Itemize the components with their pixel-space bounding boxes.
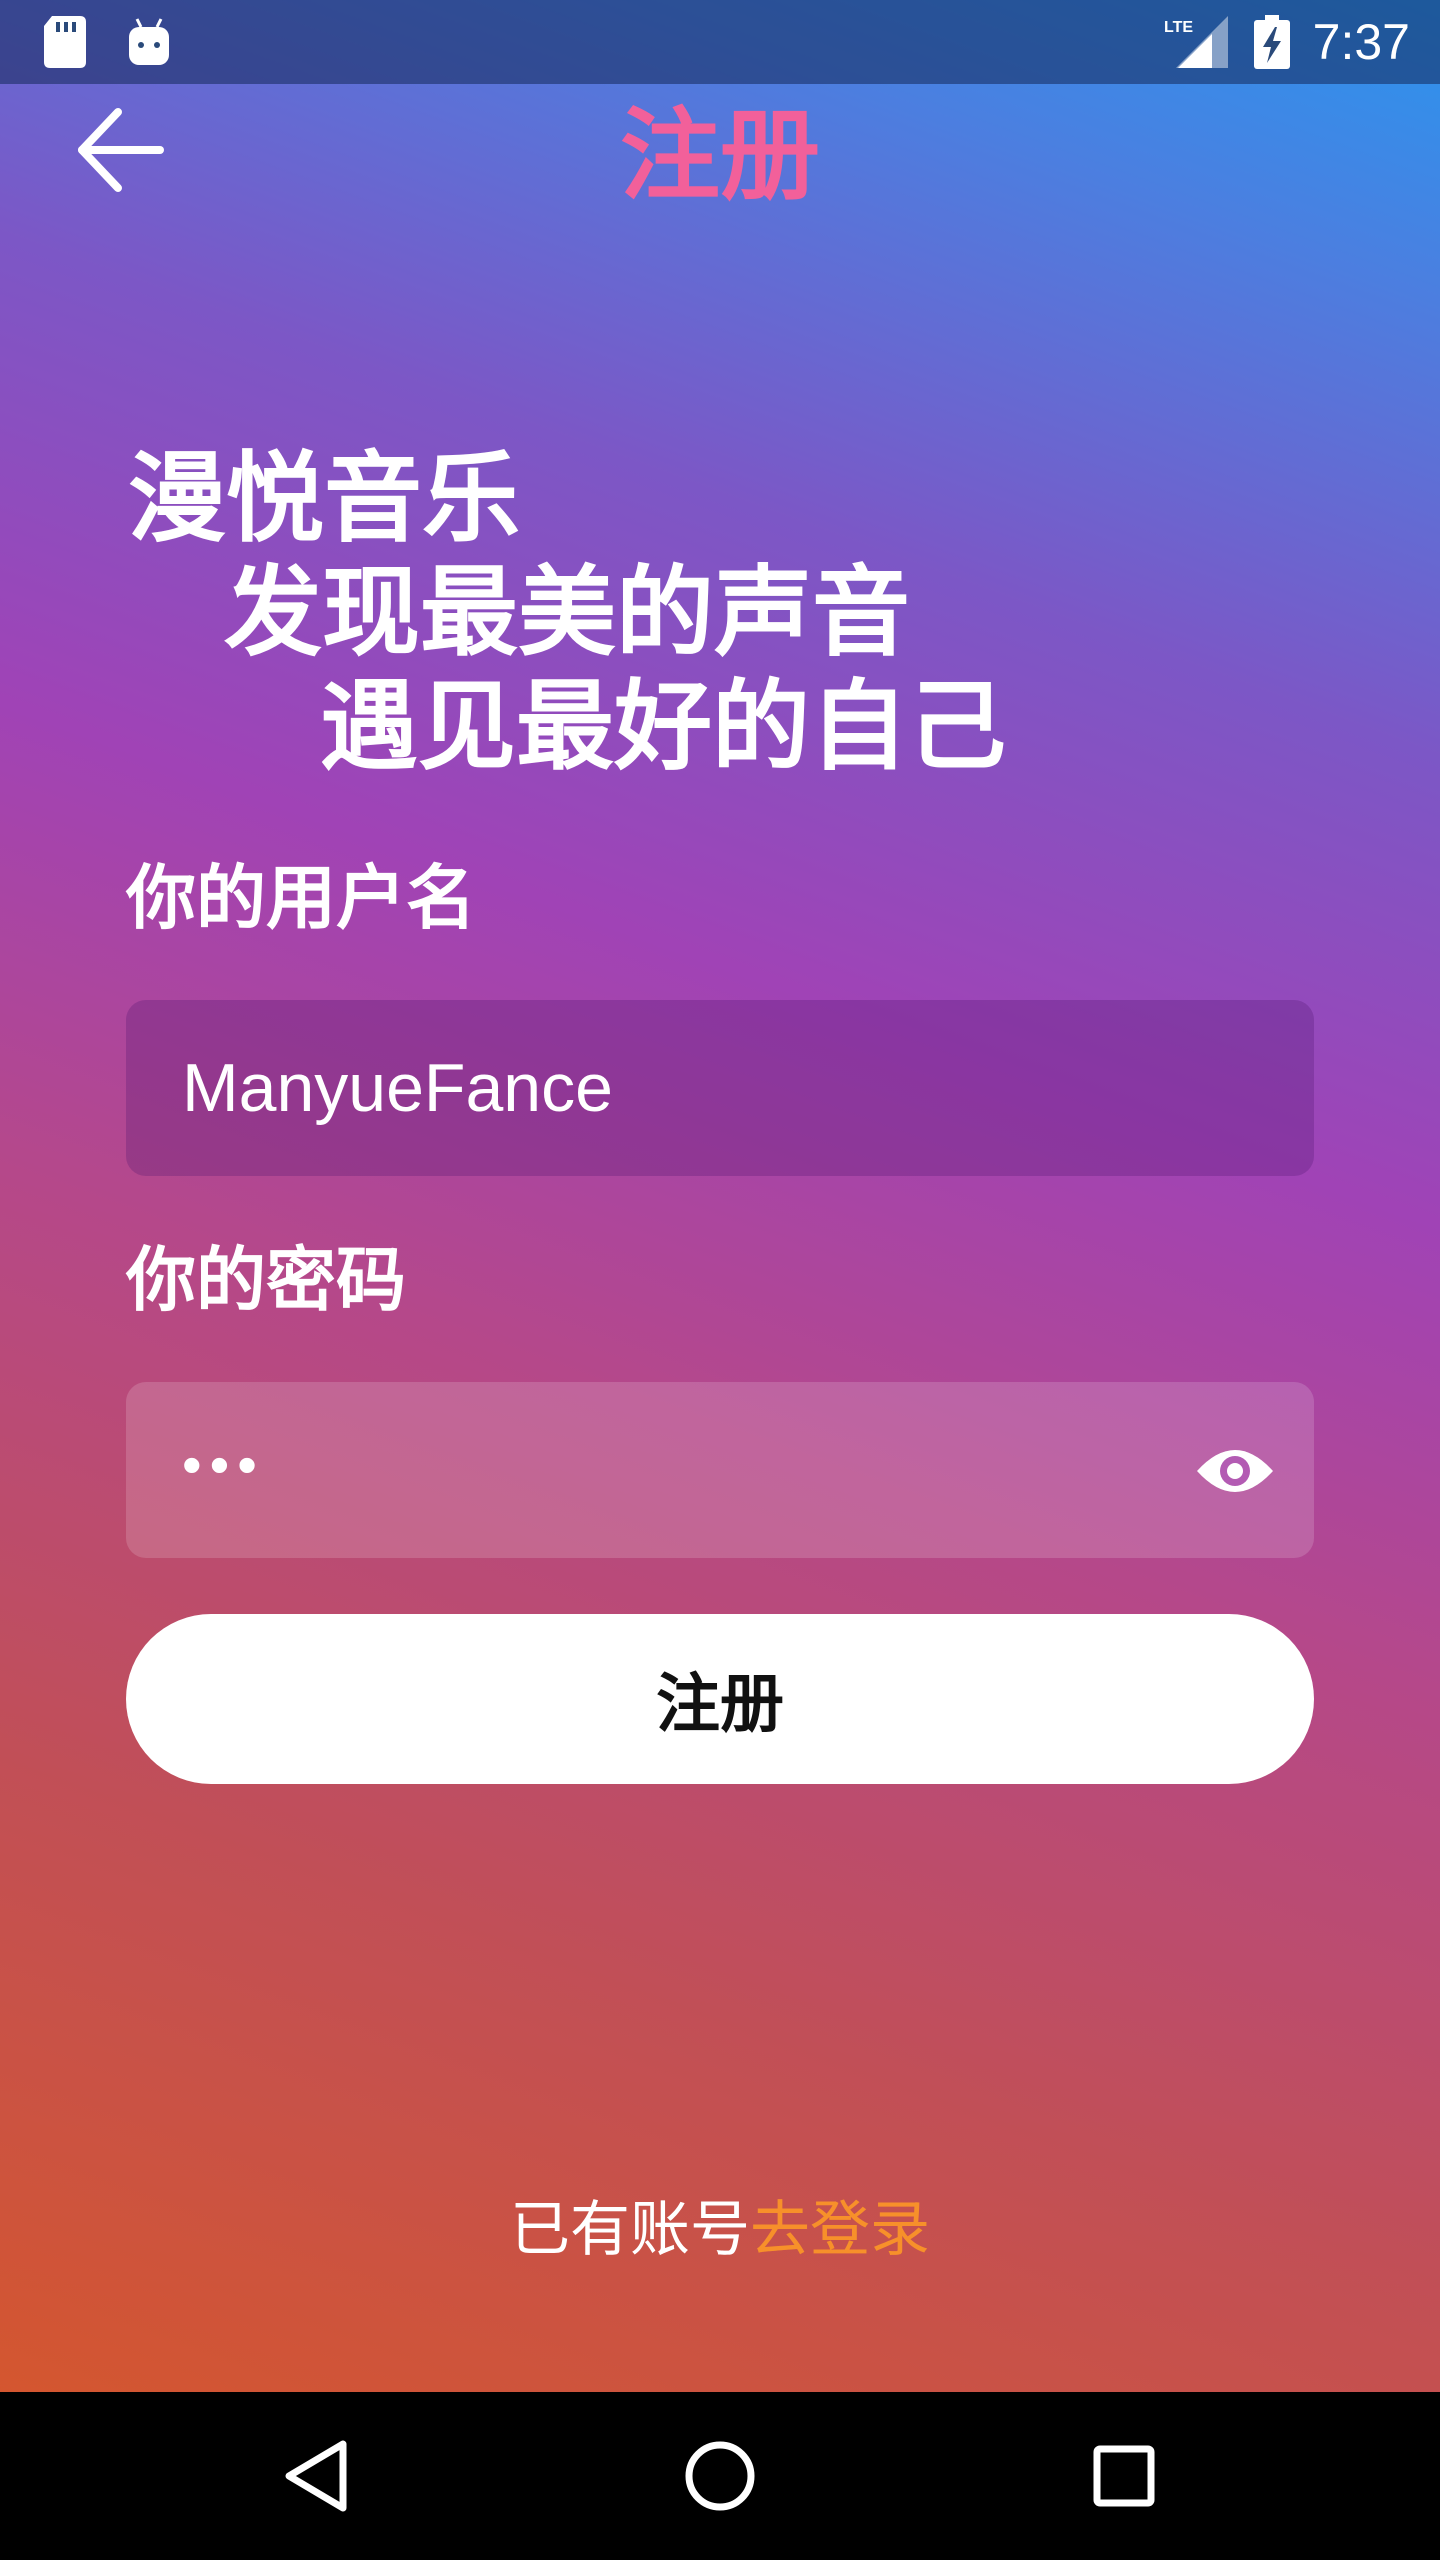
recents-square-icon xyxy=(1093,2445,1155,2507)
navigation-bar xyxy=(0,2392,1440,2560)
go-login-link[interactable]: 去登录 xyxy=(750,2195,930,2265)
home-circle-icon xyxy=(685,2441,755,2511)
lte-signal-icon: LTE xyxy=(1164,14,1228,70)
slogan-line-2: 发现最美的声音 xyxy=(224,556,911,670)
nav-recents-button[interactable] xyxy=(1074,2426,1174,2526)
register-screen: LTE 7:37 注册 漫悦音乐 发现最美的声音 遇见最好的自己 你的用户名 M… xyxy=(0,0,1440,2392)
password-field[interactable]: ••• xyxy=(126,1382,1314,1558)
lte-label: LTE xyxy=(1164,19,1193,36)
sd-card-icon xyxy=(40,14,90,70)
nav-back-button[interactable] xyxy=(266,2426,366,2526)
slogan-line-3: 遇见最好的自己 xyxy=(320,670,1007,784)
username-field[interactable]: ManyueFance xyxy=(126,1000,1314,1176)
eye-icon xyxy=(1197,1450,1273,1492)
username-value: ManyueFance xyxy=(182,1050,613,1126)
back-triangle-icon xyxy=(285,2440,347,2512)
username-label: 你的用户名 xyxy=(126,857,476,939)
status-time: 7:37 xyxy=(1312,14,1410,70)
battery-charging-icon xyxy=(1252,14,1292,70)
register-button-label: 注册 xyxy=(656,1668,784,1742)
slogan-line-1: 漫悦音乐 xyxy=(128,442,521,556)
password-value: ••• xyxy=(182,1433,265,1496)
status-bar: LTE 7:37 xyxy=(0,0,1440,84)
toggle-password-visibility-button[interactable] xyxy=(1190,1426,1280,1516)
register-button[interactable]: 注册 xyxy=(126,1614,1314,1784)
nav-home-button[interactable] xyxy=(670,2426,770,2526)
page-title: 注册 xyxy=(620,97,820,214)
android-debug-icon xyxy=(124,14,174,70)
password-label: 你的密码 xyxy=(126,1239,406,1321)
login-prompt-text: 已有账号 xyxy=(510,2195,750,2265)
login-prompt: 已有账号去登录 xyxy=(0,2190,1440,2270)
